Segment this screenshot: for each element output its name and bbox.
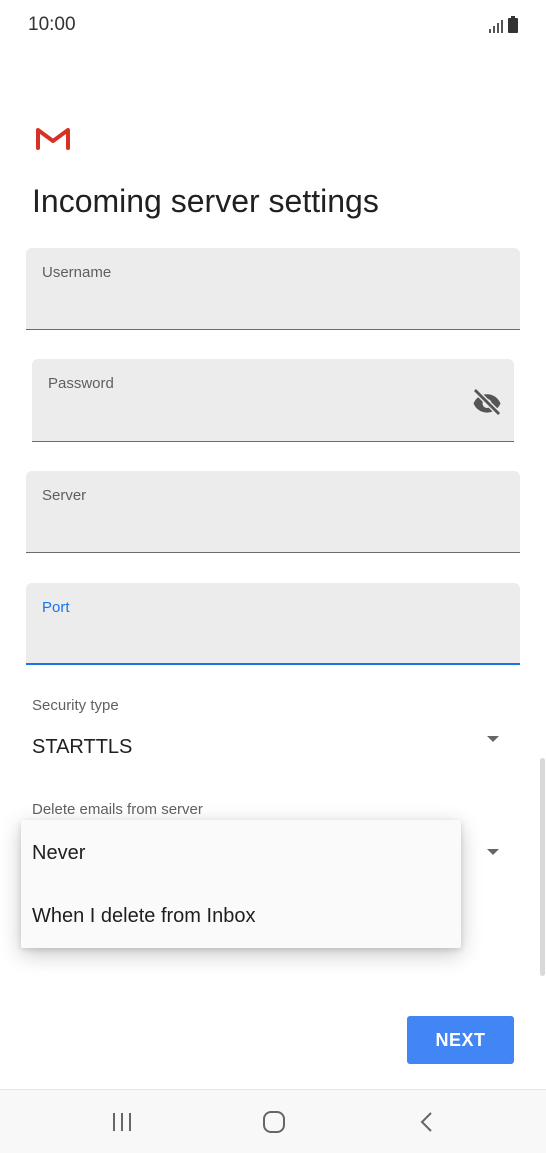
username-field[interactable]: Username — [26, 248, 520, 330]
security-type-select[interactable]: STARTTLS — [32, 736, 132, 759]
username-label: Username — [42, 264, 112, 281]
home-icon[interactable] — [259, 1108, 289, 1136]
security-type-label: Security type — [32, 697, 119, 714]
password-label: Password — [48, 375, 114, 392]
username-input[interactable] — [40, 292, 506, 322]
security-type-dropdown-icon[interactable] — [487, 736, 499, 742]
gmail-logo-icon — [36, 128, 70, 150]
delete-emails-menu: Never When I delete from Inbox — [21, 820, 461, 948]
port-label: Port — [42, 599, 70, 616]
menu-item-when-delete-inbox[interactable]: When I delete from Inbox — [21, 886, 461, 946]
battery-icon — [508, 16, 518, 33]
page-title: Incoming server settings — [32, 183, 379, 219]
server-input[interactable] — [40, 515, 506, 545]
delete-emails-dropdown-icon[interactable] — [487, 849, 499, 855]
next-button[interactable]: NEXT — [407, 1016, 514, 1064]
menu-item-never[interactable]: Never — [21, 823, 461, 883]
recents-icon[interactable] — [107, 1108, 137, 1136]
back-icon[interactable] — [412, 1108, 442, 1136]
server-field[interactable]: Server — [26, 471, 520, 553]
port-input[interactable] — [40, 627, 506, 657]
status-time: 10:00 — [28, 14, 76, 35]
password-field[interactable]: Password — [32, 359, 514, 442]
navigation-bar — [0, 1089, 546, 1153]
scrollbar[interactable] — [540, 758, 545, 976]
visibility-off-icon[interactable] — [470, 385, 504, 419]
password-input[interactable] — [46, 403, 458, 433]
signal-icon — [489, 20, 503, 33]
server-label: Server — [42, 487, 87, 504]
port-field[interactable]: Port — [26, 583, 520, 665]
delete-emails-label: Delete emails from server — [32, 801, 203, 818]
status-icons — [488, 16, 518, 33]
